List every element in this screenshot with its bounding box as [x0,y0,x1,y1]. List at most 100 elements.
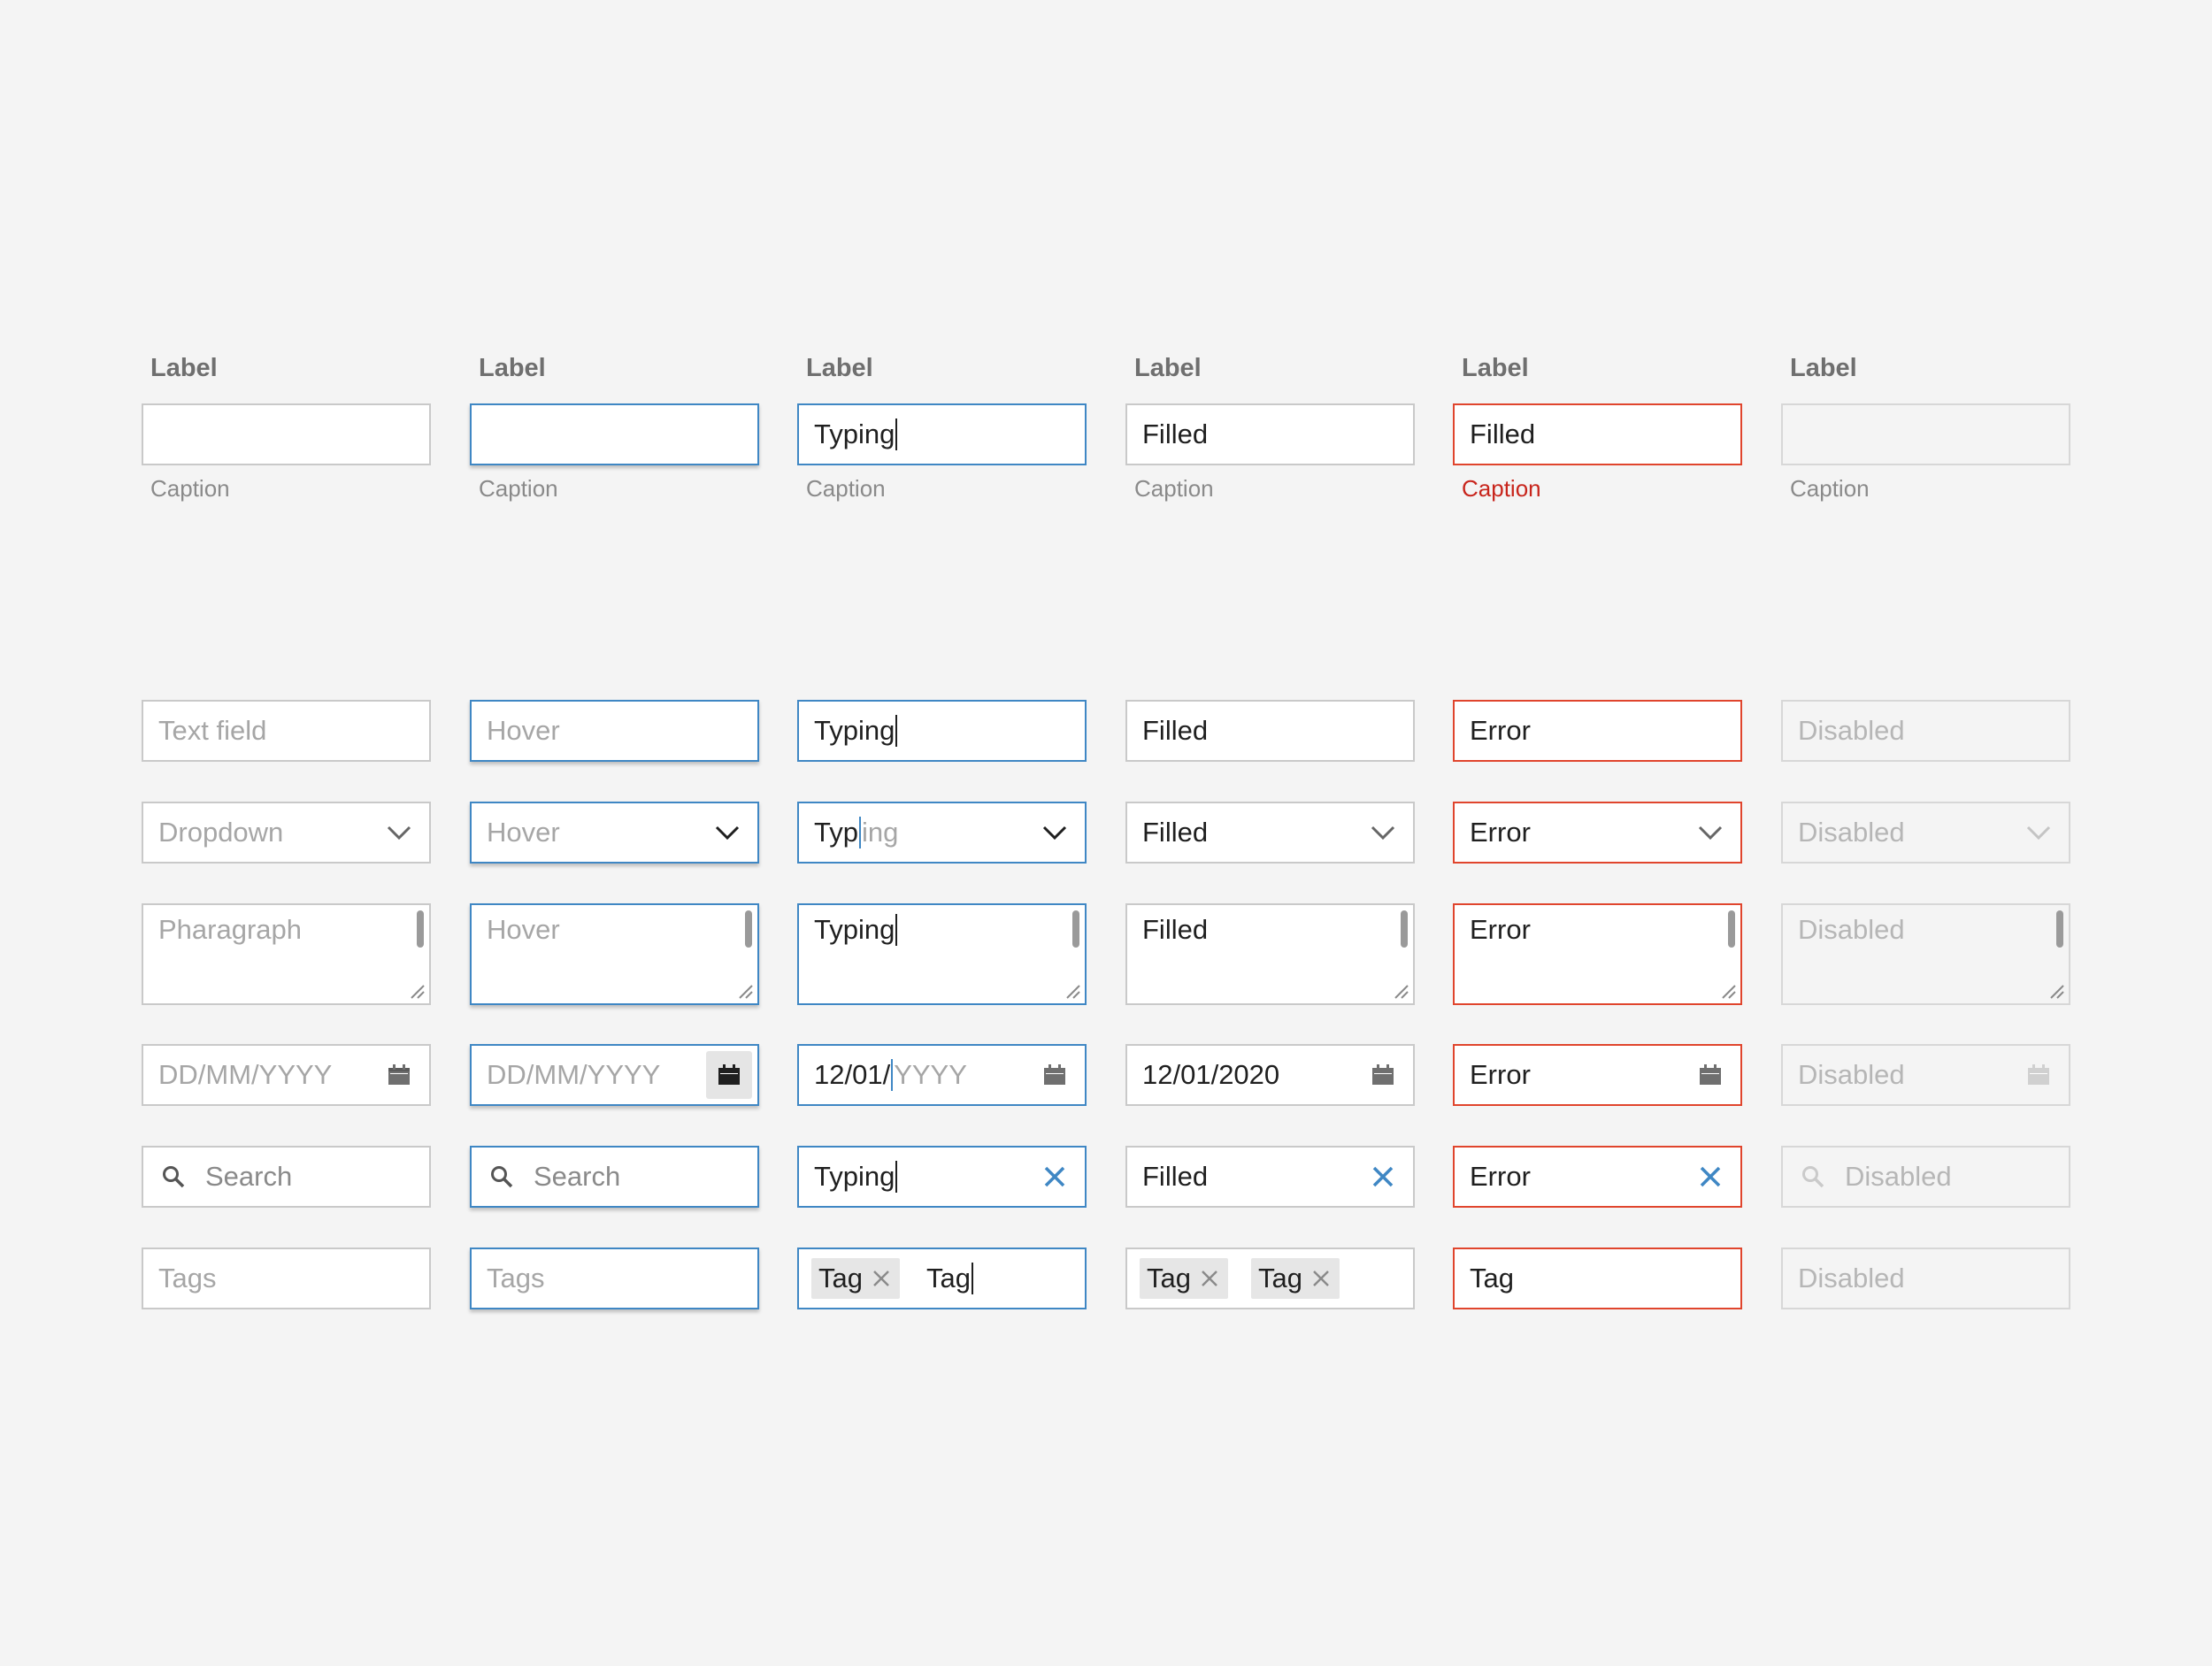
dropdown-value: Disabled [1798,817,1905,848]
labeled-text-input[interactable]: Filled [1125,403,1415,465]
field-label: Label [479,354,546,382]
close-icon[interactable] [1308,1265,1334,1292]
error-caption: Caption [1462,475,1541,502]
dropdown-placeholder: Dropdown [158,817,284,848]
paragraph-textarea[interactable]: Pharagraph [142,903,431,1005]
search-input[interactable]: Error [1453,1146,1742,1208]
field-caption: Caption [1134,475,1214,502]
calendar-icon[interactable] [1037,1046,1072,1104]
search-input[interactable]: Typing [797,1146,1087,1208]
date-value: Disabled [1798,1059,1905,1090]
textarea-placeholder: Hover [487,914,560,945]
resize-handle-icon[interactable] [409,983,425,999]
input-value: Error [1470,715,1531,746]
search-value: Disabled [1845,1161,1952,1192]
paragraph-textarea[interactable]: Typing [797,903,1087,1005]
resize-handle-icon[interactable] [1064,983,1080,999]
close-icon[interactable] [1037,1148,1072,1206]
dropdown-value: Error [1470,817,1531,848]
text-caret [895,913,898,946]
tag-chip: Tag [811,1258,900,1299]
search-input: Disabled [1781,1146,2070,1208]
calendar-icon[interactable] [1365,1046,1401,1104]
paragraph-textarea[interactable]: Hover [470,903,759,1005]
resize-handle-icon[interactable] [1393,983,1409,999]
search-input[interactable]: Search [470,1146,759,1208]
close-icon[interactable] [1196,1265,1223,1292]
input-value: Filled [1142,715,1209,746]
textarea-scrollbar[interactable] [1401,910,1408,948]
labeled-text-input [1781,403,2070,465]
textarea-scrollbar[interactable] [1072,910,1079,948]
search-icon [1797,1148,1829,1206]
search-placeholder: Search [205,1161,293,1192]
search-input[interactable]: Search [142,1146,431,1208]
textarea-value: Disabled [1798,914,1905,945]
dropdown-select[interactable]: Filled [1125,802,1415,864]
dropdown-select[interactable]: Typ ing [797,802,1087,864]
text-field-input[interactable]: Hover [470,700,759,762]
resize-handle-icon[interactable] [737,983,753,999]
text-caret [895,714,898,747]
date-input[interactable]: 12/01/YYYY [797,1044,1087,1106]
close-icon[interactable] [1365,1148,1401,1206]
input-value-wrap: Typing [814,405,898,464]
calendar-icon[interactable] [1693,1046,1728,1104]
date-input[interactable]: DD/MM/YYYY [142,1044,431,1106]
labeled-text-input[interactable]: Typing [797,403,1087,465]
text-field-input[interactable]: Typing [797,700,1087,762]
chevron-down-icon [710,803,745,862]
tags-input: Disabled [1781,1248,2070,1309]
date-input[interactable]: DD/MM/YYYY [470,1044,759,1106]
search-value-wrap: Typing [814,1148,898,1206]
dropdown-value-wrap: Typ ing [814,803,898,862]
tags-input[interactable]: Tag [1453,1248,1742,1309]
input-value: Filled [1470,418,1536,449]
textarea-scrollbar[interactable] [745,910,752,948]
calendar-icon[interactable] [706,1051,752,1099]
tags-input[interactable]: Tags [142,1248,431,1309]
labeled-text-input[interactable] [470,403,759,465]
dropdown-autocomplete-hint: ing [861,817,899,848]
search-placeholder: Search [534,1161,621,1192]
labeled-text-input[interactable] [142,403,431,465]
date-value: 12/01/2020 [1142,1059,1280,1090]
date-format-hint: YYYY [894,1059,967,1090]
date-value: Error [1470,1059,1531,1090]
text-field-input[interactable]: Error [1453,700,1742,762]
dropdown-select[interactable]: Error [1453,802,1742,864]
textarea-scrollbar [2056,910,2063,948]
search-input[interactable]: Filled [1125,1146,1415,1208]
dropdown-value: Filled [1142,817,1209,848]
dropdown-typed-text: Typ [814,817,858,848]
tags-input[interactable]: Tags [470,1248,759,1309]
paragraph-textarea[interactable]: Error [1453,903,1742,1005]
tag-label: Tag [1147,1263,1191,1294]
date-placeholder: DD/MM/YYYY [487,1059,661,1090]
dropdown-select[interactable]: Dropdown [142,802,431,864]
input-value: Typing [814,418,895,449]
close-icon[interactable] [1693,1148,1728,1206]
text-field-input: Disabled [1781,700,2070,762]
date-input[interactable]: Error [1453,1044,1742,1106]
resize-handle-icon[interactable] [1720,983,1736,999]
close-icon[interactable] [868,1265,895,1292]
tags-typed-text: Tag [926,1263,971,1294]
textarea-scrollbar[interactable] [1728,910,1735,948]
tags-input[interactable]: Tag Tag [797,1248,1087,1309]
textarea-scrollbar[interactable] [417,910,424,948]
date-input[interactable]: 12/01/2020 [1125,1044,1415,1106]
calendar-icon[interactable] [381,1046,417,1104]
field-label: Label [1790,354,1857,382]
tags-input[interactable]: Tag Tag [1125,1248,1415,1309]
textarea-placeholder: Pharagraph [158,914,303,945]
search-value: Error [1470,1161,1531,1192]
text-field-input[interactable]: Text field [142,700,431,762]
text-caret [858,816,861,848]
text-field-input[interactable]: Filled [1125,700,1415,762]
labeled-text-input[interactable]: Filled [1453,403,1742,465]
tag-chip: Tag [1140,1258,1228,1299]
paragraph-textarea[interactable]: Filled [1125,903,1415,1005]
dropdown-select[interactable]: Hover [470,802,759,864]
field-label: Label [806,354,873,382]
